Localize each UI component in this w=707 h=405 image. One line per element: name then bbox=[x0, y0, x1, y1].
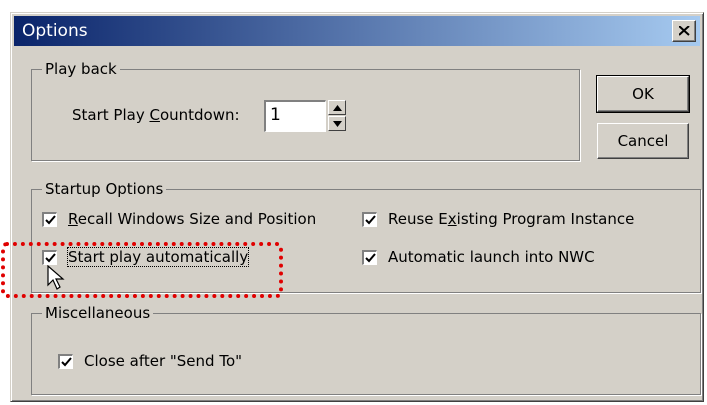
close-icon bbox=[679, 26, 690, 36]
close-button[interactable] bbox=[672, 20, 696, 42]
ok-button[interactable]: OK bbox=[596, 75, 690, 113]
startup-options-legend: Startup Options bbox=[42, 180, 167, 198]
checkmark-icon bbox=[45, 215, 56, 225]
cancel-button[interactable]: Cancel bbox=[597, 123, 689, 159]
window-title: Options bbox=[22, 21, 88, 41]
spin-up-button[interactable] bbox=[328, 100, 346, 115]
checkmark-icon bbox=[61, 357, 72, 367]
reuse-instance-label: Reuse Existing Program Instance bbox=[388, 210, 635, 228]
arrow-down-icon bbox=[333, 121, 342, 127]
miscellaneous-legend: Miscellaneous bbox=[42, 304, 154, 322]
spin-down-button[interactable] bbox=[328, 116, 346, 131]
arrow-up-icon bbox=[333, 105, 342, 111]
options-dialog: Options Play back Start Play Countdown: … bbox=[1, 12, 704, 402]
playback-legend: Play back bbox=[42, 60, 120, 78]
checkmark-icon bbox=[365, 215, 376, 225]
miscellaneous-group: Miscellaneous Close after "Send To" bbox=[31, 304, 701, 395]
mouse-cursor-icon bbox=[47, 265, 65, 290]
recall-window-label: Recall Windows Size and Position bbox=[68, 210, 317, 228]
countdown-input[interactable]: 1 bbox=[264, 100, 326, 132]
auto-launch-checkbox[interactable] bbox=[362, 250, 377, 265]
reuse-instance-checkbox[interactable] bbox=[362, 212, 377, 227]
title-bar[interactable]: Options bbox=[14, 16, 700, 46]
recall-window-checkbox[interactable] bbox=[42, 212, 57, 227]
checkmark-icon bbox=[365, 253, 376, 263]
close-after-send-checkbox[interactable] bbox=[58, 354, 73, 369]
countdown-label: Start Play Countdown: bbox=[72, 106, 240, 124]
close-after-send-label: Close after "Send To" bbox=[84, 352, 243, 370]
highlight-annotation bbox=[1, 242, 283, 298]
playback-group: Play back Start Play Countdown: 1 bbox=[31, 60, 580, 161]
auto-launch-label: Automatic launch into NWC bbox=[388, 248, 595, 266]
